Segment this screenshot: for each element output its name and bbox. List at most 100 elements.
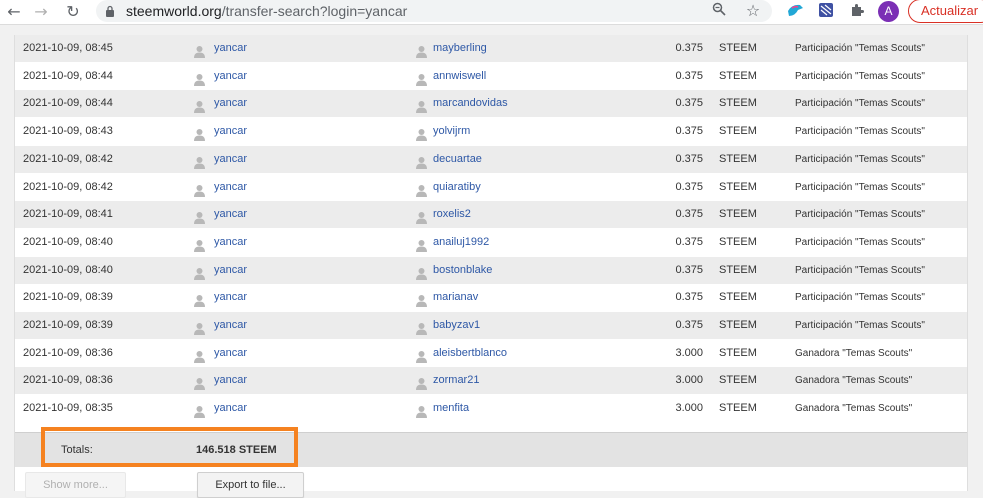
table-row: 2021-10-09, 08:40 yancar bostonblake 0.375 S…	[15, 256, 967, 284]
transfer-amount: 0.375	[675, 319, 703, 331]
user-icon	[193, 402, 206, 419]
transfer-amount: 0.375	[675, 235, 703, 248]
transfer-currency: STEEM	[719, 291, 757, 304]
table-row: 2021-10-09, 08:43 yancar yolvijrm 0.375 STEE…	[15, 118, 967, 146]
sender-link[interactable]: yancar	[214, 229, 247, 256]
user-icon	[193, 97, 206, 114]
user-icon	[193, 264, 206, 280]
user-icon	[415, 70, 428, 86]
transfer-date: 2021-10-09, 08:42	[23, 180, 113, 193]
transfer-memo: Participación "Temas Scouts"	[795, 264, 925, 276]
reload-icon[interactable]: ↻	[62, 1, 84, 23]
transfer-date: 2021-10-09, 08:39	[23, 319, 113, 331]
user-icon	[415, 125, 428, 142]
transfer-currency: STEEM	[719, 208, 757, 221]
recipient-link[interactable]: bostonblake	[433, 257, 492, 284]
transfer-currency: STEEM	[719, 69, 757, 82]
sender-link[interactable]: yancar	[214, 35, 247, 62]
user-icon	[415, 264, 428, 280]
transfer-amount: 0.375	[675, 97, 703, 110]
transfer-amount: 0.375	[675, 263, 703, 276]
forward-arrow-icon[interactable]: →	[30, 1, 52, 23]
transfer-amount: 0.375	[675, 125, 703, 138]
sender-link[interactable]: yancar	[214, 201, 247, 228]
transfer-amount: 3.000	[675, 346, 703, 359]
recipient-link[interactable]: marianav	[433, 284, 478, 311]
user-icon	[415, 42, 428, 58]
sender-link[interactable]: yancar	[214, 174, 247, 201]
totals-highlight-box	[41, 427, 298, 467]
recipient-link[interactable]: quiaratiby	[433, 174, 481, 201]
transfer-currency: STEEM	[719, 180, 757, 193]
recipient-link[interactable]: marcandovidas	[433, 90, 508, 117]
recipient-link[interactable]: anailuj1992	[433, 229, 489, 256]
transfer-date: 2021-10-09, 08:42	[23, 152, 113, 165]
url-text: steemworld.org/transfer-search?login=yan…	[126, 3, 408, 19]
transfer-currency: STEEM	[719, 97, 757, 110]
recipient-link[interactable]: annwiswell	[433, 63, 486, 90]
transfer-date: 2021-10-09, 08:40	[23, 263, 113, 276]
transfer-date: 2021-10-09, 08:35	[23, 402, 113, 415]
transfer-amount: 0.375	[675, 208, 703, 221]
table-row: 2021-10-09, 08:36 yancar zormar21 3.000 STEE…	[15, 367, 967, 395]
user-icon	[415, 402, 428, 419]
table-row: 2021-10-09, 08:42 yancar decuartae 0.375 STE…	[15, 145, 967, 173]
user-icon	[415, 319, 428, 335]
recipient-link[interactable]: menfita	[433, 395, 469, 422]
transfer-memo: Participación "Temas Scouts"	[795, 43, 925, 54]
user-icon	[415, 291, 428, 308]
transfer-currency: STEEM	[719, 402, 757, 415]
recipient-link[interactable]: mayberling	[433, 35, 487, 62]
transfer-memo: Ganadora "Temas Scouts"	[795, 375, 913, 387]
transfer-memo: Ganadora "Temas Scouts"	[795, 347, 913, 359]
update-button[interactable]: Actualizar	[908, 0, 983, 23]
recipient-link[interactable]: roxelis2	[433, 201, 471, 228]
zoom-icon[interactable]	[710, 2, 728, 20]
user-icon	[193, 153, 206, 169]
table-row: 2021-10-09, 08:41 yancar roxelis2 0.375 STEE…	[15, 201, 967, 229]
sender-link[interactable]: yancar	[214, 367, 247, 394]
recipient-link[interactable]: zormar21	[433, 367, 479, 394]
sender-link[interactable]: yancar	[214, 90, 247, 117]
recipient-link[interactable]: aleisbertblanco	[433, 340, 507, 367]
sender-link[interactable]: yancar	[214, 312, 247, 339]
transfer-date: 2021-10-09, 08:45	[23, 42, 113, 54]
user-icon	[193, 236, 206, 252]
user-icon	[415, 97, 428, 114]
address-bar[interactable]: steemworld.org/transfer-search?login=yan…	[96, 0, 772, 22]
table-row: 2021-10-09, 08:39 yancar marianav 0.375 STEE…	[15, 284, 967, 312]
sender-link[interactable]: yancar	[214, 146, 247, 173]
sender-link[interactable]: yancar	[214, 284, 247, 311]
extensions-puzzle-icon[interactable]	[847, 2, 867, 22]
sender-link[interactable]: yancar	[214, 63, 247, 90]
user-icon	[193, 42, 206, 58]
sender-link[interactable]: yancar	[214, 340, 247, 367]
profile-avatar[interactable]: A	[878, 1, 899, 22]
star-icon[interactable]: ☆	[744, 2, 762, 20]
show-more-button[interactable]: Show more...	[25, 472, 126, 498]
user-icon	[193, 125, 206, 142]
user-icon	[415, 153, 428, 169]
sender-link[interactable]: yancar	[214, 395, 247, 422]
extension-bird-icon[interactable]	[785, 2, 805, 22]
recipient-link[interactable]: yolvijrm	[433, 118, 470, 145]
transfer-currency: STEEM	[719, 235, 757, 248]
transfer-memo: Participación "Temas Scouts"	[795, 153, 925, 165]
transfer-currency: STEEM	[719, 263, 757, 276]
export-to-file-button[interactable]: Export to file...	[197, 472, 304, 498]
user-icon	[193, 181, 206, 197]
recipient-link[interactable]: babyzav1	[433, 312, 480, 339]
back-arrow-icon[interactable]: ←	[3, 1, 25, 23]
user-icon	[193, 319, 206, 335]
user-icon	[193, 70, 206, 86]
user-icon	[415, 236, 428, 252]
user-icon	[415, 208, 428, 225]
table-row: 2021-10-09, 08:39 yancar babyzav1 0.375 STEE…	[15, 312, 967, 339]
transfer-amount: 0.375	[675, 152, 703, 165]
extension-steem-icon[interactable]	[816, 2, 836, 22]
sender-link[interactable]: yancar	[214, 257, 247, 284]
recipient-link[interactable]: decuartae	[433, 146, 482, 173]
sender-link[interactable]: yancar	[214, 118, 247, 145]
user-icon	[193, 208, 206, 225]
user-icon	[415, 347, 428, 363]
